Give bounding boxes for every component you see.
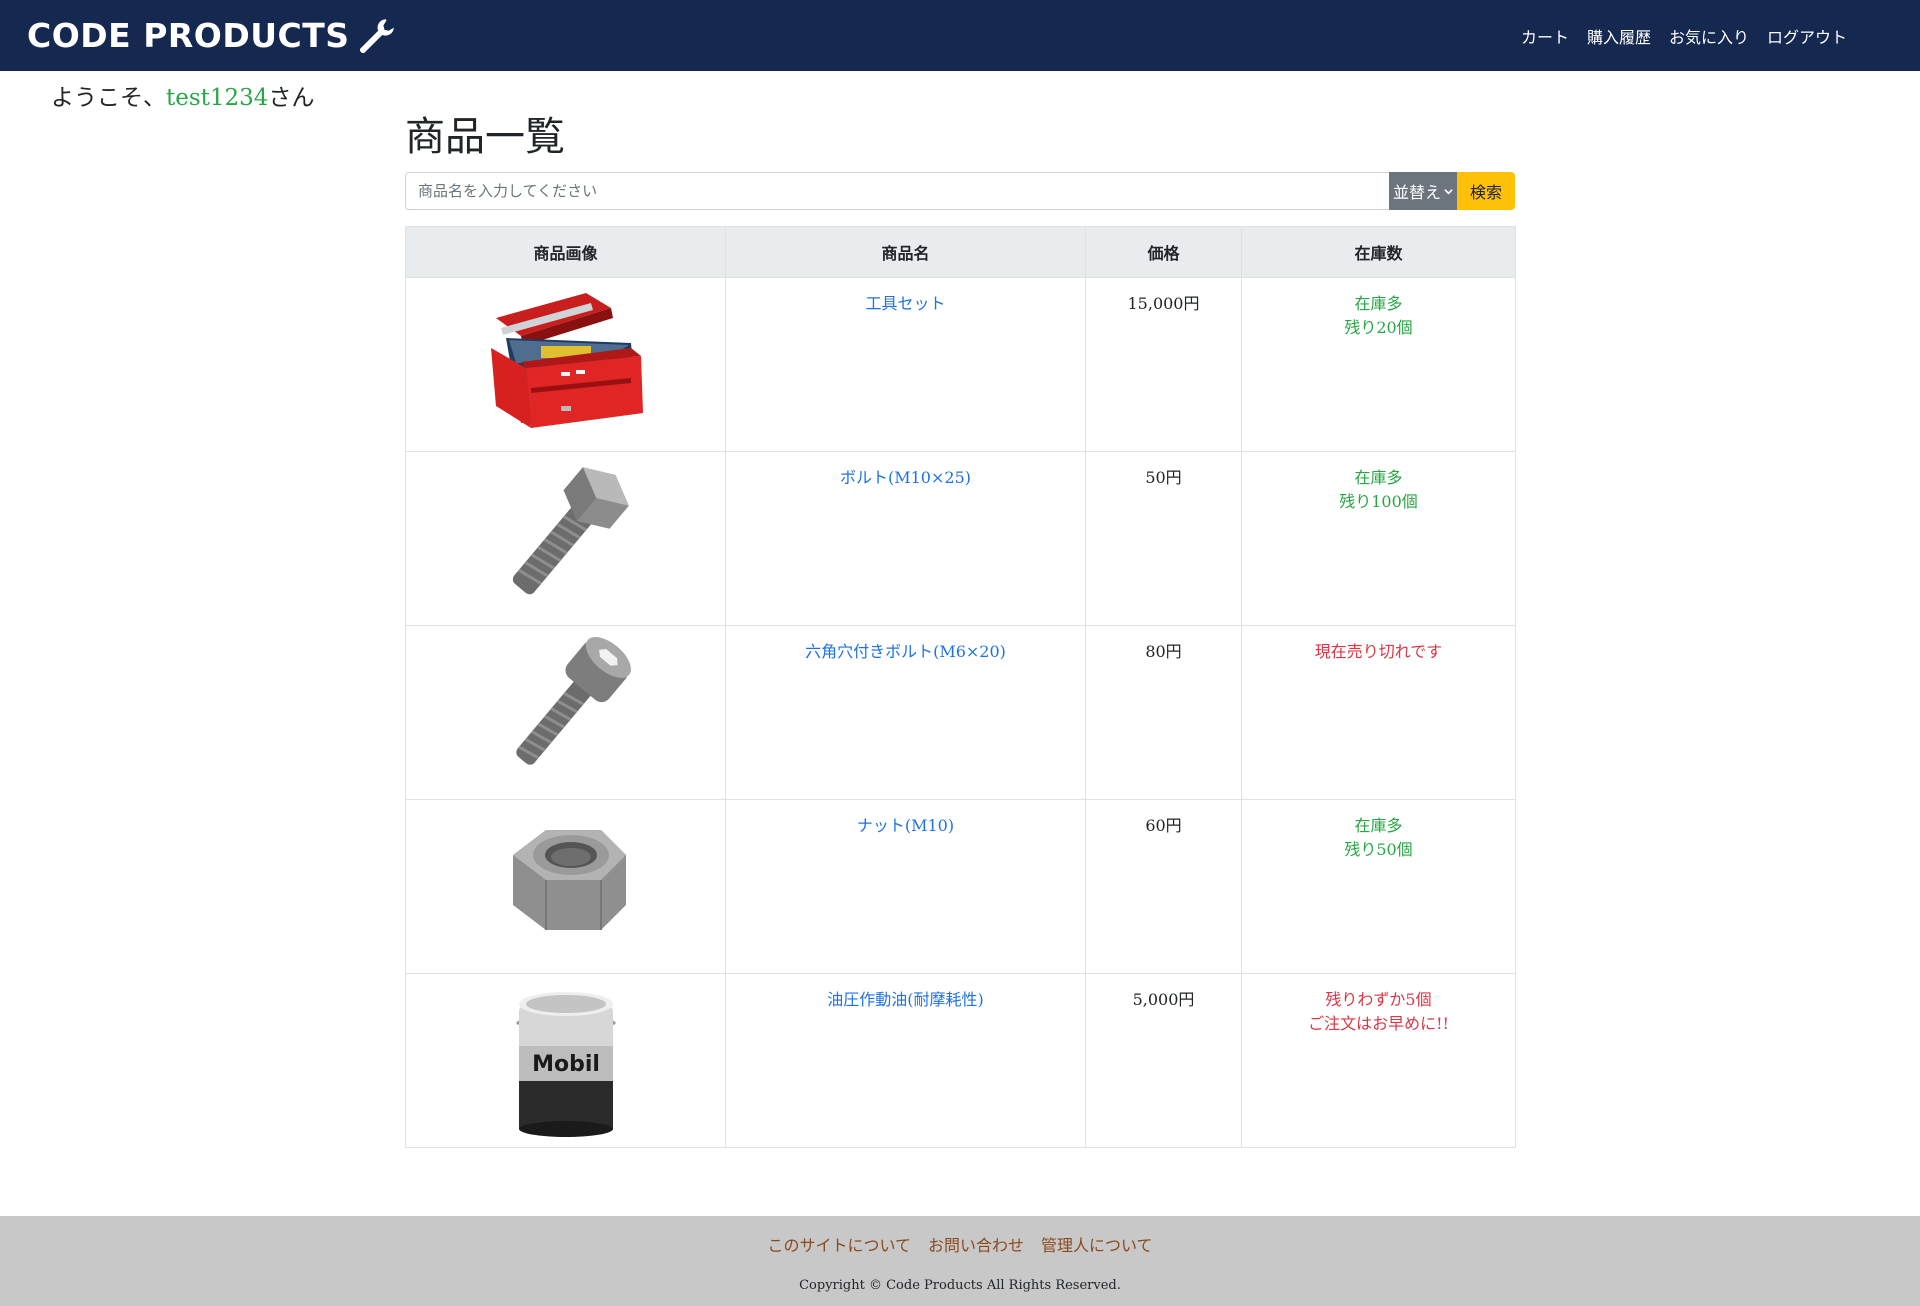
welcome-message: ようこそ、test1234さん — [51, 78, 314, 112]
product-name-link[interactable]: 工具セット — [865, 294, 945, 313]
product-stock-cell: 在庫多 残り100個 — [1241, 451, 1516, 626]
product-name-link[interactable]: 六角穴付きボルト(M6×20) — [805, 642, 1006, 661]
product-name-cell: ナット(M10) — [725, 799, 1086, 974]
stock-status: 現在売り切れです — [1314, 642, 1443, 661]
search-button[interactable]: 検索 — [1457, 172, 1515, 210]
brand-logo[interactable]: CODE PRODUCTS — [27, 15, 396, 57]
can-brand-label: Mobil — [532, 1052, 600, 1077]
column-header-stock: 在庫数 — [1241, 226, 1516, 278]
table-row: Mobil 油圧作動油(耐摩耗性) 5,000円 残りわずか5個 ご注文はお早め… — [405, 973, 1516, 1148]
sort-select[interactable]: 並替え — [1389, 172, 1457, 210]
column-header-price: 価格 — [1085, 226, 1242, 278]
footer-contact-link[interactable]: お問い合わせ — [928, 1232, 1024, 1256]
table-row: 六角穴付きボルト(M6×20) 80円 現在売り切れです — [405, 625, 1516, 800]
column-header-image: 商品画像 — [405, 226, 726, 278]
table-row: ボルト(M10×25) 50円 在庫多 残り100個 — [405, 451, 1516, 626]
nut-image — [512, 830, 626, 930]
product-stock-cell: 現在売り切れです — [1241, 625, 1516, 800]
stock-remaining: 残り20個 — [1344, 318, 1413, 337]
products-table: 商品画像 商品名 価格 在庫数 工具セット 15,000円 在庫多 残り20個 … — [405, 226, 1516, 1148]
product-image-cell — [405, 625, 726, 800]
stock-status: 在庫多 — [1354, 294, 1403, 313]
product-price-cell: 60円 — [1085, 799, 1242, 974]
column-header-name: 商品名 — [725, 226, 1086, 278]
nav-purchase-history-link[interactable]: 購入履歴 — [1587, 24, 1651, 48]
product-name-link[interactable]: ナット(M10) — [857, 816, 954, 835]
brand-name: CODE PRODUCTS — [27, 16, 350, 55]
search-bar: 並替え 検索 — [405, 172, 1515, 210]
product-stock-cell: 在庫多 残り50個 — [1241, 799, 1516, 974]
stock-remaining: ご注文はお早めに!! — [1308, 1014, 1449, 1033]
table-row: 工具セット 15,000円 在庫多 残り20個 — [405, 277, 1516, 452]
product-image-cell: Mobil — [405, 973, 726, 1148]
product-name-cell: 油圧作動油(耐摩耗性) — [725, 973, 1086, 1148]
table-header-row: 商品画像 商品名 価格 在庫数 — [405, 226, 1516, 278]
product-image-cell — [405, 277, 726, 452]
main-content: 商品一覧 並替え 検索 商品画像 商品名 価格 在庫数 — [405, 112, 1516, 1148]
product-price-cell: 15,000円 — [1085, 277, 1242, 452]
welcome-suffix: さん — [268, 85, 315, 111]
product-image-cell — [405, 451, 726, 626]
product-name-cell: ボルト(M10×25) — [725, 451, 1086, 626]
product-name-cell: 六角穴付きボルト(M6×20) — [725, 625, 1086, 800]
stock-remaining: 残り100個 — [1339, 492, 1418, 511]
copyright-text: Copyright © Code Products All Rights Res… — [799, 1278, 1121, 1293]
product-name-link[interactable]: 油圧作動油(耐摩耗性) — [827, 990, 984, 1009]
bolt-image — [512, 467, 629, 595]
footer-about-link[interactable]: このサイトについて — [767, 1232, 911, 1256]
hex-socket-bolt-image — [515, 637, 631, 765]
product-stock-cell: 残りわずか5個 ご注文はお早めに!! — [1241, 973, 1516, 1148]
nav-logout-link[interactable]: ログアウト — [1767, 24, 1847, 48]
footer-admin-link[interactable]: 管理人について — [1041, 1232, 1153, 1256]
toolbox-image — [490, 293, 643, 428]
oil-can-image: Mobil — [515, 992, 616, 1137]
stock-status: 在庫多 — [1354, 816, 1403, 835]
stock-status: 残りわずか5個 — [1325, 990, 1432, 1009]
nav-cart-link[interactable]: カート — [1521, 24, 1569, 48]
footer: このサイトについて お問い合わせ 管理人について Copyright © Cod… — [0, 1216, 1920, 1306]
nav-favorites-link[interactable]: お気に入り — [1669, 24, 1749, 48]
sort-label: 並替え — [1392, 183, 1441, 202]
stock-status: 在庫多 — [1354, 468, 1403, 487]
table-row: ナット(M10) 60円 在庫多 残り50個 — [405, 799, 1516, 974]
product-name-link[interactable]: ボルト(M10×25) — [840, 468, 971, 487]
welcome-prefix: ようこそ、 — [51, 85, 166, 111]
product-stock-cell: 在庫多 残り20個 — [1241, 277, 1516, 452]
product-name-cell: 工具セット — [725, 277, 1086, 452]
page-title: 商品一覧 — [405, 114, 565, 160]
main-nav: カート 購入履歴 お気に入り ログアウト — [1521, 24, 1847, 48]
chevron-down-icon — [1444, 188, 1453, 194]
navbar: CODE PRODUCTS カート 購入履歴 お気に入り ログアウト — [0, 0, 1920, 71]
search-input[interactable] — [405, 172, 1389, 210]
footer-links: このサイトについて お問い合わせ 管理人について — [0, 1232, 1920, 1256]
wrench-icon — [359, 18, 394, 53]
product-image-cell — [405, 799, 726, 974]
product-price-cell: 50円 — [1085, 451, 1242, 626]
product-price-cell: 5,000円 — [1085, 973, 1242, 1148]
welcome-username: test1234 — [166, 85, 269, 111]
product-price-cell: 80円 — [1085, 625, 1242, 800]
stock-remaining: 残り50個 — [1344, 840, 1413, 859]
